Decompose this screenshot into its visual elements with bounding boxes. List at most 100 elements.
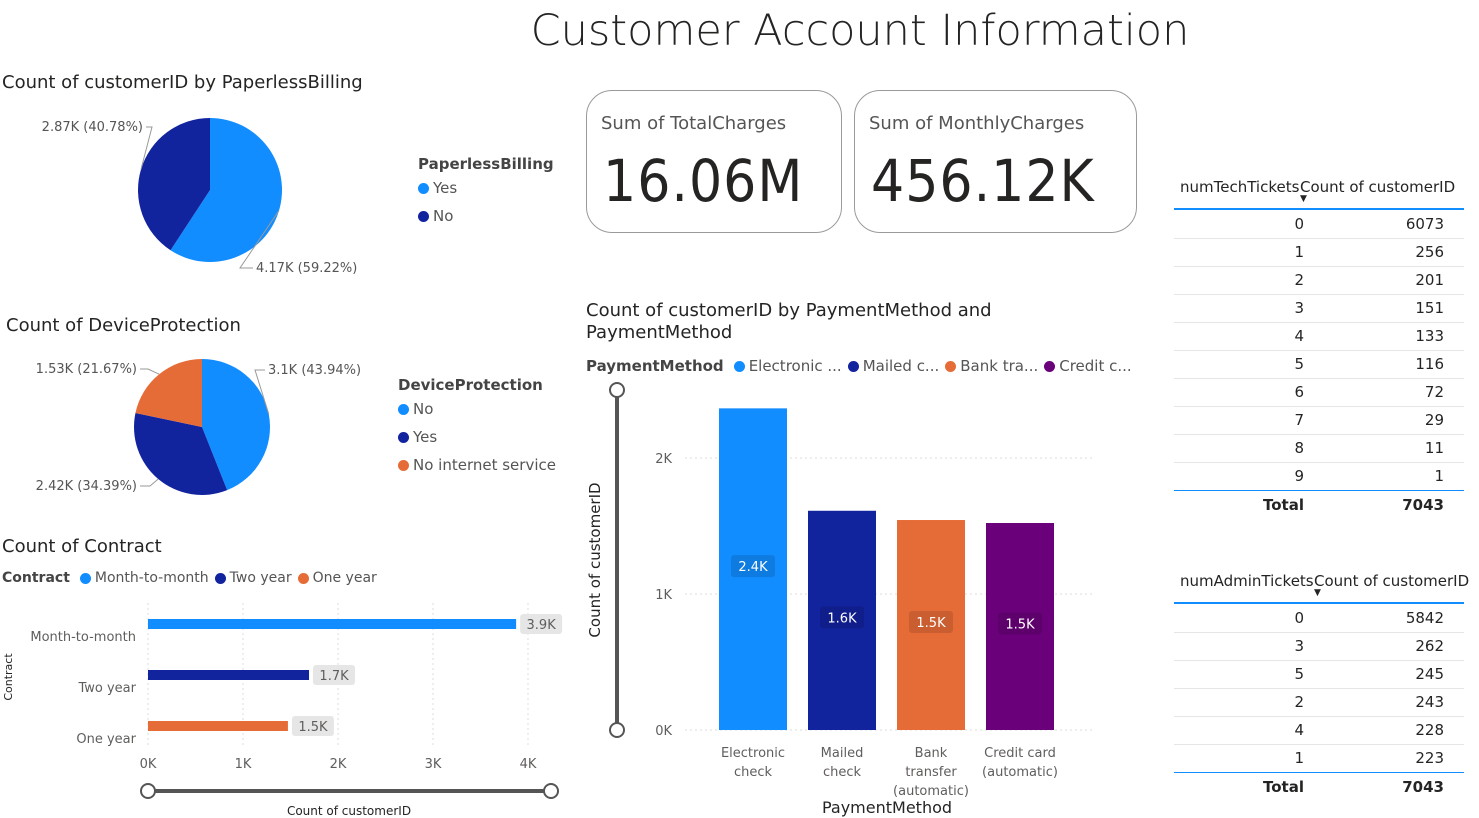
table-row[interactable]: 0 6073 bbox=[1174, 210, 1464, 239]
sort-down-icon[interactable]: ▼ bbox=[1300, 194, 1307, 204]
tech-col-header-tickets[interactable]: numTechTickets bbox=[1180, 178, 1299, 196]
table-row[interactable]: 5 245 bbox=[1174, 660, 1464, 689]
bar-data-label: 2.4K bbox=[738, 560, 768, 575]
contract-bar-chart[interactable]: 0K 1K 2K 3K 4K Month-to-month 3.9K Two year 1.7K… bbox=[0, 595, 575, 818]
table-row[interactable]: 4 228 bbox=[1174, 716, 1464, 745]
paperless-legend-no[interactable]: No bbox=[418, 207, 554, 225]
legend-marker-icon bbox=[398, 403, 409, 415]
legend-marker-icon bbox=[418, 182, 429, 194]
x-tick-label: 0K bbox=[140, 757, 157, 772]
payment-bar-chart[interactable]: 0K 1K 2K 2.4K Electronic check 1.6K Mailed check… bbox=[580, 380, 1100, 818]
bar-data-label: 1.7K bbox=[319, 669, 349, 684]
sort-down-icon[interactable]: ▼ bbox=[1314, 588, 1321, 598]
pie-data-label: 2.87K (40.78%) bbox=[42, 120, 143, 135]
table-row[interactable]: 3 262 bbox=[1174, 632, 1464, 661]
x-axis-title: Count of customerID bbox=[287, 804, 411, 818]
bar-month-to-month[interactable] bbox=[148, 619, 517, 629]
table-row[interactable]: 3 151 bbox=[1174, 294, 1464, 323]
x-category-label: Credit card bbox=[984, 746, 1056, 761]
zoom-slider-handle-right[interactable] bbox=[543, 783, 559, 799]
paperless-legend-yes[interactable]: Yes bbox=[418, 179, 554, 197]
bar-data-label: 1.5K bbox=[1005, 618, 1035, 633]
table-cell-count: 201 bbox=[1415, 271, 1444, 289]
table-cell-key: 5 bbox=[1294, 355, 1304, 373]
device-pie-chart[interactable]: 3.1K (43.94%) 2.42K (34.39%) 1.53K (21.67%… bbox=[0, 345, 400, 510]
table-row[interactable]: 4 133 bbox=[1174, 322, 1464, 351]
table-cell-count: 11 bbox=[1424, 439, 1444, 457]
table-row[interactable]: 8 11 bbox=[1174, 434, 1464, 463]
admin-tickets-table[interactable]: numAdminTickets Count of customerID ▼ 0 5… bbox=[1174, 572, 1469, 802]
table-cell-key: 8 bbox=[1294, 439, 1304, 457]
paperless-chart-title: Count of customerID by PaperlessBilling bbox=[2, 72, 363, 93]
legend-label[interactable]: Month-to-month bbox=[95, 570, 209, 586]
y-axis-title: Contract bbox=[2, 653, 15, 701]
zoom-slider-handle-top[interactable] bbox=[609, 382, 625, 398]
card-value: 16.06M bbox=[603, 147, 804, 215]
leader-line bbox=[140, 368, 160, 375]
x-category-label: transfer bbox=[905, 765, 957, 780]
table-cell-count: 116 bbox=[1415, 355, 1444, 373]
y-tick-label: 1K bbox=[655, 588, 672, 603]
x-category-label: Mailed bbox=[821, 746, 864, 761]
table-row[interactable]: 2 243 bbox=[1174, 688, 1464, 717]
legend-label[interactable]: Bank tra... bbox=[960, 357, 1038, 375]
table-cell-count: 228 bbox=[1415, 721, 1444, 739]
legend-marker-icon bbox=[398, 459, 409, 471]
device-legend-no-internet[interactable]: No internet service bbox=[398, 456, 556, 474]
table-cell-count: 29 bbox=[1424, 411, 1444, 429]
table-cell-key: 5 bbox=[1294, 665, 1304, 683]
table-row[interactable]: 5 116 bbox=[1174, 350, 1464, 379]
bar-two-year[interactable] bbox=[148, 670, 310, 680]
table-cell-key: 3 bbox=[1294, 299, 1304, 317]
device-chart-title: Count of DeviceProtection bbox=[6, 315, 241, 336]
table-cell-key: 0 bbox=[1294, 609, 1304, 627]
table-row[interactable]: 7 29 bbox=[1174, 406, 1464, 435]
legend-label[interactable]: One year bbox=[313, 570, 377, 586]
admin-col-header-count[interactable]: Count of customerID bbox=[1314, 572, 1469, 590]
x-axis-title: PaymentMethod bbox=[822, 798, 952, 817]
y-axis-title: Count of customerID bbox=[586, 482, 604, 637]
legend-label[interactable]: Mailed c... bbox=[863, 357, 940, 375]
table-cell-key: 0 bbox=[1294, 215, 1304, 233]
table-cell-count: 72 bbox=[1424, 383, 1444, 401]
pie-data-label: 2.42K (34.39%) bbox=[36, 479, 137, 494]
table-row[interactable]: 6 72 bbox=[1174, 378, 1464, 407]
bar-one-year[interactable] bbox=[148, 721, 288, 731]
admin-col-header-tickets[interactable]: numAdminTickets bbox=[1180, 572, 1314, 590]
payment-legend-title: PaymentMethod bbox=[586, 357, 724, 375]
leader-line bbox=[140, 478, 159, 487]
x-tick-label: 4K bbox=[520, 757, 537, 772]
pie-data-label: 1.53K (21.67%) bbox=[36, 362, 137, 377]
table-cell-key: 9 bbox=[1294, 467, 1304, 485]
zoom-slider-handle-left[interactable] bbox=[140, 783, 156, 799]
table-row[interactable]: 1 223 bbox=[1174, 744, 1464, 773]
legend-label[interactable]: Credit c... bbox=[1059, 357, 1131, 375]
table-cell-key: 4 bbox=[1294, 327, 1304, 345]
table-row[interactable]: 1 256 bbox=[1174, 238, 1464, 267]
device-legend-yes[interactable]: Yes bbox=[398, 428, 556, 446]
total-charges-card[interactable]: Sum of TotalCharges 16.06M bbox=[586, 90, 842, 233]
x-category-label: Electronic bbox=[721, 746, 785, 761]
legend-label[interactable]: Two year bbox=[230, 570, 292, 586]
paperless-pie-chart[interactable]: 4.17K (59.22%) 2.87K (40.78%) bbox=[0, 100, 400, 290]
zoom-slider-handle-bottom[interactable] bbox=[609, 722, 625, 738]
table-cell-count: 223 bbox=[1415, 749, 1444, 767]
legend-marker-icon bbox=[945, 360, 957, 372]
device-legend-no[interactable]: No bbox=[398, 400, 556, 418]
legend-marker-icon bbox=[79, 572, 91, 584]
table-cell-key: 2 bbox=[1294, 271, 1304, 289]
table-row[interactable]: 91 bbox=[1174, 462, 1464, 491]
tech-col-header-count[interactable]: Count of customerID bbox=[1300, 178, 1455, 196]
payment-legend: PaymentMethod Electronic ... Mailed c...… bbox=[586, 357, 1132, 375]
table-cell-count: 262 bbox=[1415, 637, 1444, 655]
table-cell-key: 4 bbox=[1294, 721, 1304, 739]
legend-label[interactable]: Electronic ... bbox=[749, 357, 842, 375]
tech-tickets-table[interactable]: numTechTickets Count of customerID ▼ 0 60… bbox=[1174, 178, 1464, 518]
table-row[interactable]: 0 5842 bbox=[1174, 604, 1464, 633]
monthly-charges-card[interactable]: Sum of MonthlyCharges 456.12K bbox=[854, 90, 1137, 233]
page-title: Customer Account Information bbox=[530, 6, 1190, 56]
table-row[interactable]: 2 201 bbox=[1174, 266, 1464, 295]
legend-marker-icon bbox=[398, 431, 409, 443]
table-cell-count: 1 bbox=[1434, 467, 1444, 485]
y-tick-label: 2K bbox=[655, 452, 672, 467]
